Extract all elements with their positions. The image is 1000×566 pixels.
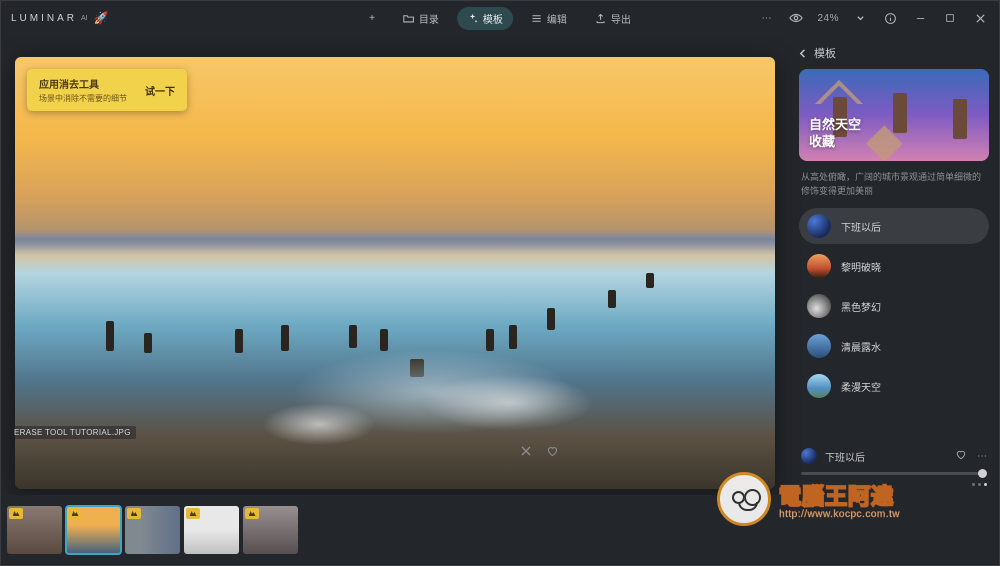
template-badge-icon [9, 508, 23, 519]
reject-button[interactable] [520, 445, 532, 461]
template-badge-icon [127, 508, 141, 519]
collection-title: 自然天空 [809, 116, 861, 134]
preset-item[interactable]: 清晨露水 [799, 328, 989, 364]
templates-sidebar: 模板 自然天空 收藏 从高处俯瞰，广阔的城市景观通过简单细微的修饰变得更加美丽 … [789, 35, 999, 495]
more-button[interactable]: ⋯ [757, 9, 775, 27]
add-button[interactable]: + [359, 7, 385, 30]
preset-label: 下班以后 [841, 219, 881, 234]
template-badge-icon [68, 508, 82, 519]
sidebar-back[interactable]: 模板 [799, 45, 989, 61]
titlebar-right: ⋯ 24% [757, 9, 989, 27]
zoom-level[interactable]: 24% [817, 13, 839, 24]
preset-label: 柔漫天空 [841, 379, 881, 394]
filmstrip-thumb[interactable] [125, 506, 180, 554]
tooltip-body: 场景中消除不需要的细节 [39, 93, 127, 104]
app-body: 应用消去工具 场景中消除不需要的细节 试一下 ERASE TOOL TUTORI… [1, 35, 999, 495]
nav-templates-label: 模板 [483, 11, 503, 26]
export-icon [595, 13, 606, 24]
collection-description: 从高处俯瞰，广阔的城市景观通过简单细微的修饰变得更加美丽 [801, 171, 987, 198]
maximize-button[interactable] [941, 9, 959, 27]
sparkle-icon [467, 13, 478, 24]
filmstrip-thumb[interactable] [184, 506, 239, 554]
tooltip-try-button[interactable]: 试一下 [145, 83, 175, 98]
plus-icon: + [369, 13, 375, 24]
preset-item[interactable]: 柔漫天空 [799, 368, 989, 404]
preset-thumb [807, 294, 831, 318]
eye-icon[interactable] [787, 9, 805, 27]
tooltip-title: 应用消去工具 [39, 76, 127, 91]
chevron-down-icon[interactable] [851, 9, 869, 27]
template-badge-icon [245, 508, 259, 519]
canvas-area: 应用消去工具 场景中消除不需要的细节 试一下 ERASE TOOL TUTORI… [1, 35, 789, 495]
nav-catalog[interactable]: 目录 [393, 7, 449, 30]
filmstrip-thumb[interactable] [243, 506, 298, 554]
preset-thumb [807, 214, 831, 238]
preset-item[interactable]: 下班以后 [799, 208, 989, 244]
page-dots [799, 477, 989, 491]
intensity-slider[interactable] [801, 472, 987, 475]
preset-thumb [807, 254, 831, 278]
brand-name: LUMINAR [11, 13, 77, 24]
chevron-left-icon [799, 49, 808, 58]
preset-label: 黎明破晓 [841, 259, 881, 274]
preset-thumb [807, 334, 831, 358]
canvas-actions [520, 445, 559, 461]
app-window: LUMINAR AI 🚀 + 目录 模板 [0, 0, 1000, 566]
preset-item[interactable]: 黎明破晓 [799, 248, 989, 284]
minimize-button[interactable] [911, 9, 929, 27]
preset-label: 清晨露水 [841, 339, 881, 354]
filmstrip [1, 495, 999, 565]
current-filename: ERASE TOOL TUTORIAL.JPG [9, 426, 136, 439]
main-nav: + 目录 模板 编辑 [359, 7, 641, 30]
brand-suffix: AI [81, 15, 88, 22]
collection-card[interactable]: 自然天空 收藏 [799, 69, 989, 161]
preset-list: 下班以后黎明破晓黑色梦幻清晨露水柔漫天空 [799, 208, 989, 404]
favorite-button[interactable] [546, 445, 559, 461]
preset-more-button[interactable]: ⋯ [977, 451, 987, 462]
image-canvas[interactable]: 应用消去工具 场景中消除不需要的细节 试一下 [15, 57, 775, 489]
selected-preset-row: 下班以后 ⋯ [799, 444, 989, 468]
template-badge-icon [186, 508, 200, 519]
nav-templates[interactable]: 模板 [457, 7, 513, 30]
folder-icon [403, 13, 414, 24]
sliders-icon [531, 13, 542, 24]
sidebar-bottom: 下班以后 ⋯ [799, 438, 989, 491]
info-icon[interactable] [881, 9, 899, 27]
titlebar: LUMINAR AI 🚀 + 目录 模板 [1, 1, 999, 35]
brand: LUMINAR AI 🚀 [11, 11, 112, 25]
filmstrip-thumbs [7, 506, 298, 554]
close-button[interactable] [971, 9, 989, 27]
sidebar-title: 模板 [814, 45, 836, 61]
collection-subtitle: 收藏 [809, 133, 861, 151]
rocket-icon: 🚀 [94, 11, 112, 25]
preset-label: 黑色梦幻 [841, 299, 881, 314]
nav-export-label: 导出 [611, 11, 631, 26]
filmstrip-thumb[interactable] [7, 506, 62, 554]
selected-preset-label: 下班以后 [825, 449, 865, 464]
tooltip-erase: 应用消去工具 场景中消除不需要的细节 试一下 [27, 69, 187, 111]
preset-favorite-button[interactable] [955, 449, 967, 464]
preset-item[interactable]: 黑色梦幻 [799, 288, 989, 324]
nav-export[interactable]: 导出 [585, 7, 641, 30]
preset-thumb [807, 374, 831, 398]
nav-edit[interactable]: 编辑 [521, 7, 577, 30]
nav-edit-label: 编辑 [547, 11, 567, 26]
nav-catalog-label: 目录 [419, 11, 439, 26]
filmstrip-thumb[interactable] [66, 506, 121, 554]
selected-preset-thumb [801, 448, 817, 464]
